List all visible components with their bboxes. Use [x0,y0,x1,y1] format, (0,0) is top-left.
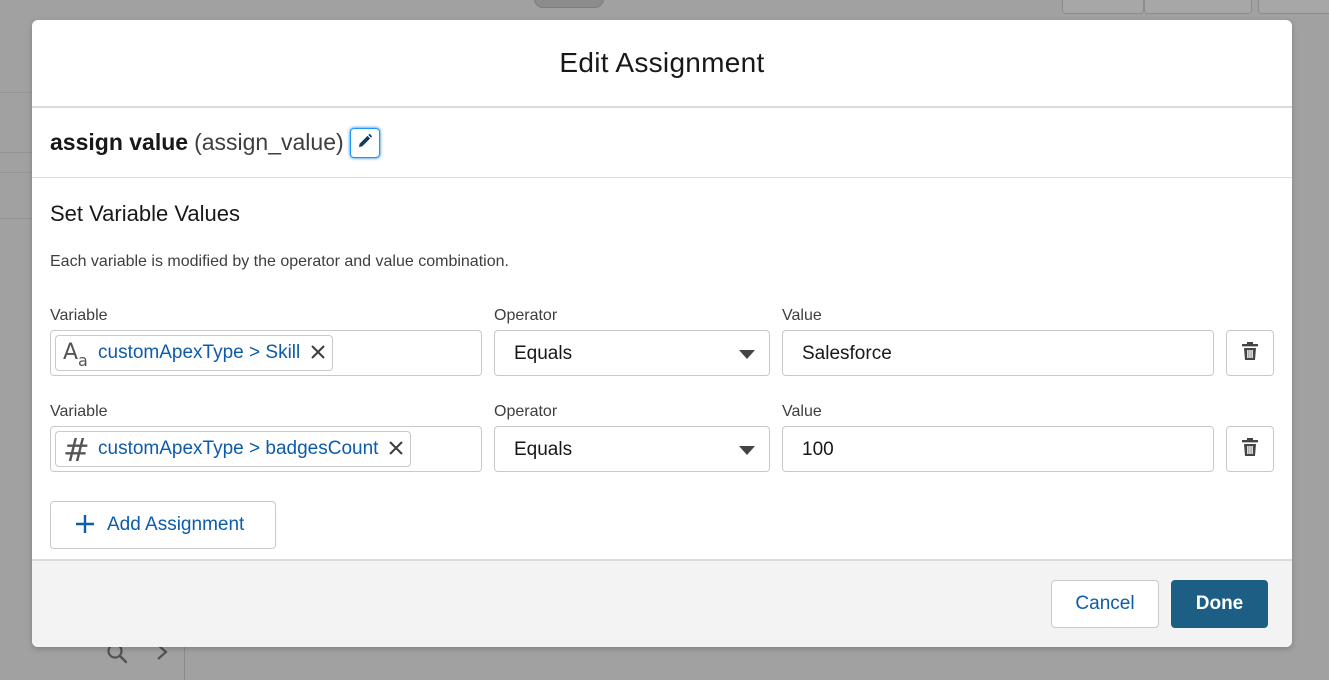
variable-pill[interactable]: Aa customApexType > Skill [55,335,334,371]
operator-select[interactable]: Equals [494,330,770,376]
modal-header: Edit Assignment [32,20,1292,108]
done-button[interactable]: Done [1171,580,1268,628]
chevron-down-icon [739,350,755,359]
chevron-down-icon [739,446,755,455]
edit-assignment-modal: Edit Assignment assign value (assign_val… [32,20,1292,647]
number-type-icon: # [60,432,94,466]
value-input[interactable]: Salesforce [782,330,1214,376]
element-name-row: assign value (assign_value) [32,108,1292,178]
modal-footer: Cancel Done [32,559,1292,647]
section-title: Set Variable Values [50,201,240,226]
trash-icon [1241,341,1259,366]
operator-select[interactable]: Equals [494,426,770,472]
value-input[interactable]: 100 [782,426,1214,472]
svg-text:a: a [78,351,88,369]
help-text: Each variable is modified by the operato… [50,253,509,270]
svg-text:#: # [63,433,90,465]
text-type-icon: Aa [60,336,94,370]
assignment-row: Variable Operator Value Aa customApexTyp… [50,307,1274,403]
variable-pill-text: customApexType > Skill [98,342,301,363]
variable-field[interactable]: # customApexType > badgesCount [50,426,482,472]
modal-body: Set Variable Values Each variable is mod… [32,178,1292,549]
add-assignment-label: Add Assignment [107,514,245,535]
value-text: Salesforce [802,343,892,364]
operator-value: Equals [514,343,573,364]
value-label: Value [782,403,822,420]
element-label: assign value [50,129,189,155]
variable-field[interactable]: Aa customApexType > Skill [50,330,482,376]
trash-icon [1241,437,1259,462]
variable-pill-text: customApexType > badgesCount [98,438,379,459]
edit-name-button[interactable] [349,127,380,158]
operator-label: Operator [494,307,558,324]
delete-assignment-button[interactable] [1226,330,1274,376]
variable-label: Variable [50,403,108,420]
modal-title: Edit Assignment [559,47,765,78]
cancel-button[interactable]: Cancel [1051,580,1159,628]
svg-text:A: A [63,340,78,365]
pencil-icon [356,129,374,156]
variable-label: Variable [50,307,108,324]
close-icon[interactable] [308,341,328,365]
value-text: 100 [802,439,834,460]
element-api-name: (assign_value) [194,129,344,155]
close-icon[interactable] [386,437,406,461]
operator-label: Operator [494,403,558,420]
assignment-row: Variable Operator Value # customApexType… [50,403,1274,499]
plus-icon [75,511,95,539]
variable-pill[interactable]: # customApexType > badgesCount [55,431,412,467]
value-label: Value [782,307,822,324]
operator-value: Equals [514,439,573,460]
delete-assignment-button[interactable] [1226,426,1274,472]
add-assignment-button[interactable]: Add Assignment [50,501,276,549]
